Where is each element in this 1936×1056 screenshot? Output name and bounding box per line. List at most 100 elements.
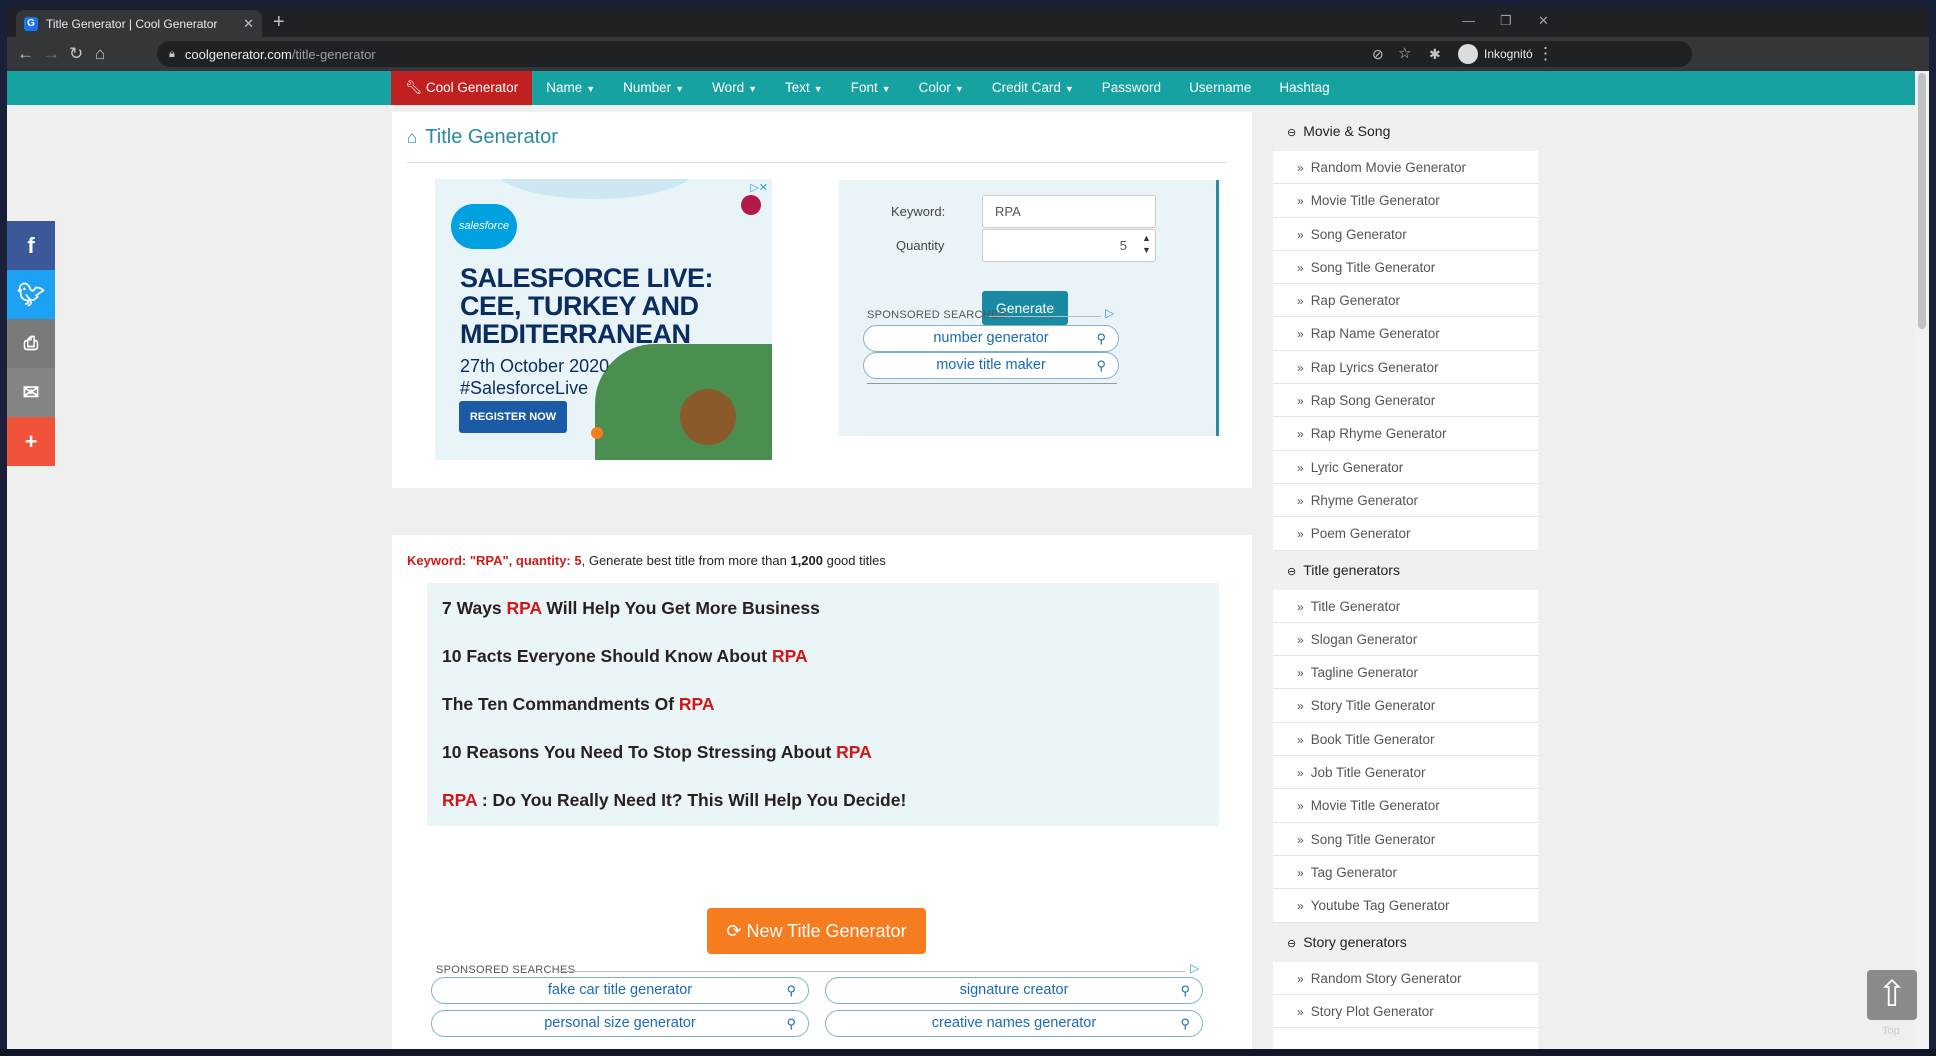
adchoices-icon[interactable]: ▷ — [1105, 306, 1114, 320]
collapse-icon: ⊖ — [1287, 565, 1297, 578]
sidebar-link[interactable]: » Random Movie Generator — [1273, 151, 1538, 185]
sidebar-link[interactable]: » Rap Rhyme Generator — [1273, 417, 1538, 451]
double-chevron-icon: » — [1297, 599, 1304, 614]
sidebar-link[interactable]: » Random Story Generator — [1273, 962, 1538, 995]
sidebar-link[interactable]: » Song Generator — [1273, 218, 1538, 251]
email-icon[interactable]: ✉ — [7, 368, 55, 417]
reload-icon[interactable]: ↻ — [69, 44, 83, 64]
share-more-icon[interactable]: + — [7, 417, 55, 466]
double-chevron-icon: » — [1297, 832, 1304, 847]
new-tab-icon[interactable]: + — [273, 11, 285, 34]
home-icon[interactable]: ⌂ — [95, 44, 105, 64]
stepper-arrows-icon[interactable]: ▲ ▼ — [1142, 232, 1151, 256]
restore-icon[interactable]: ❐ — [1500, 13, 1512, 29]
double-chevron-icon: » — [1297, 766, 1304, 781]
sidebar-link[interactable]: » Job Title Generator — [1273, 756, 1538, 790]
sidebar-link[interactable]: » Lyric Generator — [1273, 451, 1538, 484]
extensions-icon[interactable]: ✱ — [1429, 44, 1441, 64]
site-nav: 🔧︎ Cool Generator Name ▼ Number ▼ Word ▼ Text ▼… — [7, 71, 1921, 105]
sidebar-link[interactable]: » Story Title Generator — [1273, 689, 1538, 723]
sidebar-link[interactable]: » Tagline Generator — [1273, 656, 1538, 690]
page-scrollbar[interactable] — [1915, 71, 1929, 1049]
sponsored-search-pill[interactable]: creative names generator ⚲ — [825, 1010, 1203, 1037]
browser-tab[interactable]: G Title Generator | Cool Generator ✕ — [16, 10, 262, 37]
salesforce-logo: salesforce — [451, 204, 517, 249]
sponsored-search-pill[interactable]: number generator ⚲ — [863, 325, 1119, 352]
sidebar-link[interactable]: » Movie Title Generator — [1273, 184, 1538, 218]
sidebar-link[interactable]: » Song Title Generator — [1273, 251, 1538, 285]
sidebar-link[interactable]: » Rap Generator — [1273, 284, 1538, 318]
keyword-input[interactable]: RPA — [982, 195, 1156, 228]
search-icon: ⚲ — [786, 1016, 796, 1031]
double-chevron-icon: » — [1297, 161, 1304, 175]
title-result[interactable]: The Ten Commandments Of RPA — [427, 679, 1219, 730]
quantity-label: Quantity — [896, 238, 945, 253]
sponsored-search-pill[interactable]: signature creator ⚲ — [825, 977, 1203, 1004]
title-result[interactable]: 7 Ways RPA Will Help You Get More Busine… — [427, 583, 1219, 634]
close-window-icon[interactable]: ✕ — [1538, 13, 1549, 29]
sidebar-section-header[interactable]: ⊖ Story generators — [1273, 922, 1538, 962]
sidebar-link[interactable]: » Story Plot Generator — [1273, 995, 1538, 1029]
title-result[interactable]: 10 Reasons You Need To Stop Stressing Ab… — [427, 727, 1219, 778]
caret-down-icon: ▼ — [748, 84, 758, 94]
nav-item-word[interactable]: Word ▼ — [698, 71, 771, 105]
sidebar-link[interactable]: » Youtube Tag Generator — [1273, 889, 1538, 923]
sidebar-link[interactable]: » Slogan Generator — [1273, 623, 1538, 657]
sponsored-search-pill[interactable]: personal size generator ⚲ — [431, 1010, 809, 1037]
scroll-thumb[interactable] — [1918, 73, 1926, 329]
sidebar-section-header[interactable]: ⊖ Movie & Song — [1273, 112, 1538, 151]
double-chevron-icon: » — [1297, 227, 1304, 242]
ad-banner[interactable]: salesforce SALESFORCE LIVE: CEE, TURKEY A… — [435, 179, 772, 460]
nav-brand[interactable]: 🔧︎ Cool Generator — [391, 71, 533, 105]
nav-item-text[interactable]: Text ▼ — [771, 71, 837, 105]
sidebar-link[interactable]: » Rap Song Generator — [1273, 384, 1538, 418]
nav-item-color[interactable]: Color ▼ — [905, 71, 978, 105]
print-icon[interactable]: ⎙ — [7, 319, 55, 368]
tracking-off-icon[interactable]: ⊘ — [1372, 44, 1384, 64]
search-icon: ⚲ — [1096, 331, 1106, 346]
ad-close-icon[interactable]: ▷✕ — [750, 181, 768, 194]
facebook-share-icon[interactable]: f — [7, 221, 55, 270]
twitter-share-icon[interactable]: 🐦︎ — [7, 270, 55, 319]
keyword-label: Keyword: — [891, 204, 946, 219]
close-tab-icon[interactable]: ✕ — [243, 16, 254, 32]
new-title-generator-button[interactable]: ⟳ New Title Generator — [707, 908, 926, 954]
title-result[interactable]: 10 Facts Everyone Should Know About RPA — [427, 631, 1219, 682]
sidebar-link[interactable]: » Tag Generator — [1273, 856, 1538, 890]
double-chevron-icon: » — [1297, 260, 1304, 275]
nav-item-number[interactable]: Number ▼ — [609, 71, 698, 105]
double-chevron-icon: » — [1297, 427, 1304, 442]
sponsored-search-pill[interactable]: movie title maker ⚲ — [863, 352, 1119, 379]
sidebar-section-header[interactable]: ⊖ Title generators — [1273, 550, 1538, 590]
sidebar-link[interactable]: » Book Title Generator — [1273, 723, 1538, 757]
sidebar-link[interactable]: » Rap Name Generator — [1273, 317, 1538, 351]
back-icon[interactable]: ← — [17, 44, 34, 64]
ad-register-button[interactable]: REGISTER NOW — [459, 401, 567, 433]
adchoices-icon[interactable]: ▷ — [1190, 961, 1199, 975]
nav-item-credit-card[interactable]: Credit Card ▼ — [978, 71, 1088, 105]
caret-down-icon: ▼ — [586, 84, 596, 94]
sidebar-link[interactable]: » Movie Title Generator — [1273, 789, 1538, 823]
sponsored-label: SPONSORED SEARCHES — [867, 309, 1007, 321]
browser-menu-icon[interactable]: ⋮ — [1537, 44, 1554, 64]
sponsored-search-pill[interactable]: fake car title generator ⚲ — [431, 977, 809, 1004]
scroll-to-top-button[interactable]: ⇧ — [1867, 970, 1917, 1020]
quantity-stepper[interactable]: 5 — [982, 229, 1156, 262]
sidebar-link[interactable]: » Poem Generator — [1273, 517, 1538, 551]
sidebar-link[interactable]: » Title Generator — [1273, 590, 1538, 623]
nav-item-hashtag[interactable]: Hashtag — [1265, 71, 1343, 105]
double-chevron-icon: » — [1297, 294, 1304, 309]
minimize-icon[interactable]: — — [1462, 13, 1475, 28]
double-chevron-icon: » — [1297, 732, 1304, 747]
url-text: coolgenerator.com/title-generator — [184, 46, 376, 62]
nav-item-name[interactable]: Name ▼ — [532, 71, 609, 105]
nav-item-font[interactable]: Font ▼ — [837, 71, 905, 105]
forward-icon[interactable]: → — [43, 44, 60, 64]
sidebar-link[interactable]: » Song Title Generator — [1273, 823, 1538, 856]
sidebar-link[interactable]: » Rhyme Generator — [1273, 484, 1538, 518]
nav-item-password[interactable]: Password — [1088, 71, 1175, 105]
title-result[interactable]: RPA : Do You Really Need It? This Will H… — [427, 775, 1219, 826]
nav-item-username[interactable]: Username — [1175, 71, 1265, 105]
bookmark-star-icon[interactable]: ☆ — [1398, 44, 1411, 64]
sidebar-link[interactable]: » Rap Lyrics Generator — [1273, 351, 1538, 385]
